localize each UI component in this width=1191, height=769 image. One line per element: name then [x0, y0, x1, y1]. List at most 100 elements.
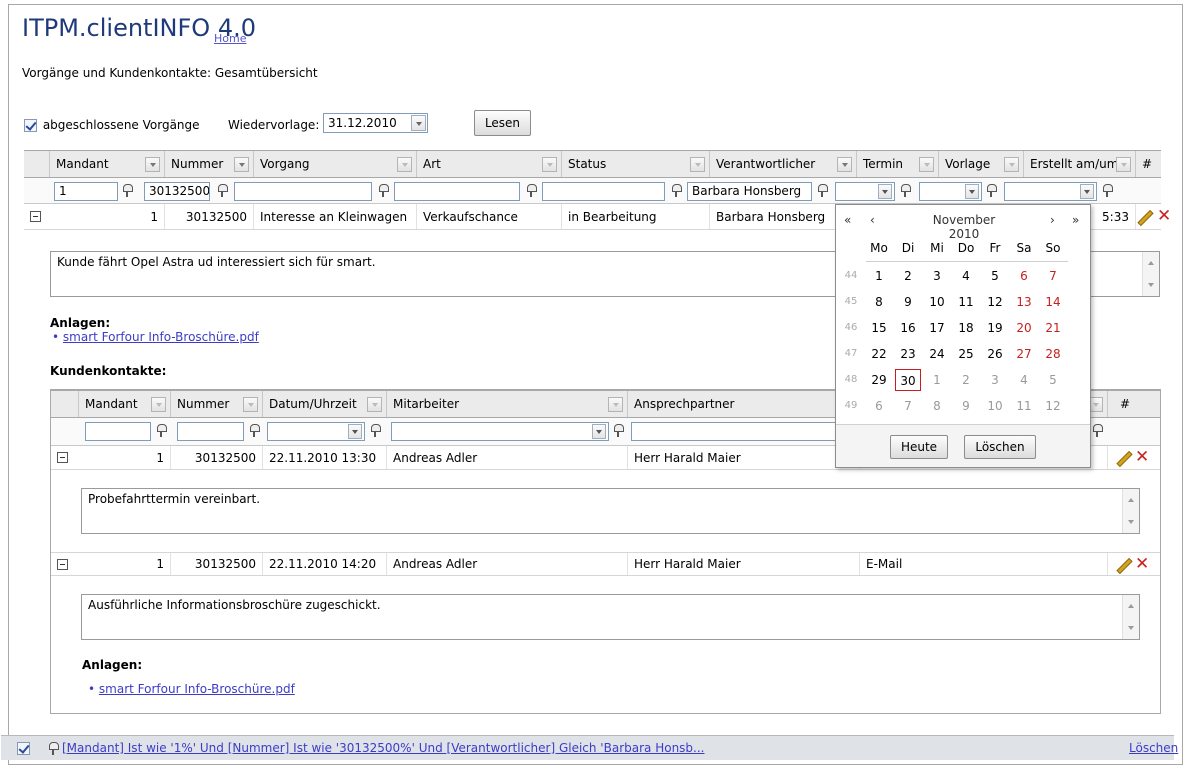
- filter-dropdown-icon[interactable]: [837, 157, 852, 172]
- memo-scrollbar[interactable]: [1142, 252, 1159, 296]
- contacts-filter-nummer[interactable]: [177, 422, 244, 441]
- prev-month-icon[interactable]: ‹: [870, 213, 875, 227]
- calendar-day[interactable]: 28: [1040, 343, 1066, 365]
- calendar-day[interactable]: 5: [982, 265, 1008, 287]
- prev-year-icon[interactable]: «: [844, 213, 851, 227]
- contacts-filter-mitarbeiter[interactable]: [391, 422, 609, 441]
- calendar-day[interactable]: 16: [895, 317, 921, 339]
- calendar-day[interactable]: 12: [982, 291, 1008, 313]
- filter-expression-link[interactable]: [Mandant] Ist wie '1%' Und [Nummer] Ist …: [62, 741, 704, 755]
- filter-icon[interactable]: [527, 184, 537, 198]
- calendar-day[interactable]: 17: [924, 317, 950, 339]
- edit-pencil-icon[interactable]: [1114, 449, 1132, 467]
- filter-mandant-input[interactable]: 1: [54, 182, 118, 201]
- calendar-day[interactable]: 4: [953, 265, 979, 287]
- calendar-day[interactable]: 20: [1011, 317, 1037, 339]
- today-button[interactable]: Heute: [890, 435, 948, 459]
- filter-dropdown-icon[interactable]: [367, 397, 382, 412]
- calendar-day[interactable]: 30: [895, 369, 921, 391]
- contacts-filter-mandant[interactable]: [85, 422, 151, 441]
- filter-icon[interactable]: [901, 184, 911, 198]
- calendar-day[interactable]: 4: [1011, 369, 1037, 391]
- filter-dropdown-icon[interactable]: [690, 157, 705, 172]
- lesen-button[interactable]: Lesen: [474, 110, 531, 136]
- calendar-day[interactable]: 5: [1040, 369, 1066, 391]
- memo-scrollbar[interactable]: [1122, 595, 1139, 639]
- filter-nummer-input[interactable]: 30132500: [144, 182, 210, 201]
- filter-icon[interactable]: [371, 424, 381, 438]
- filter-icon[interactable]: [987, 184, 997, 198]
- calendar-day[interactable]: 25: [953, 343, 979, 365]
- calendar-day[interactable]: 21: [1040, 317, 1066, 339]
- calendar-day[interactable]: 14: [1040, 291, 1066, 313]
- contacts-header-mitarbeiter[interactable]: Mitarbeiter: [387, 391, 628, 417]
- header-verantwortlicher[interactable]: Verantwortlicher: [710, 151, 857, 177]
- filter-icon[interactable]: [672, 184, 682, 198]
- header-vorlage[interactable]: Vorlage: [939, 151, 1024, 177]
- home-link[interactable]: Home: [214, 32, 246, 45]
- contacts-header-nummer[interactable]: Nummer: [171, 391, 263, 417]
- calendar-day[interactable]: 8: [866, 291, 892, 313]
- filter-icon[interactable]: [218, 184, 228, 198]
- header-art[interactable]: Art: [417, 151, 562, 177]
- closed-processes-toggle[interactable]: abgeschlossene Vorgänge: [24, 118, 200, 132]
- calendar-day[interactable]: 1: [866, 265, 892, 287]
- filter-dropdown-icon[interactable]: [151, 397, 166, 412]
- filter-dropdown-icon[interactable]: [542, 157, 557, 172]
- calendar-day[interactable]: 26: [982, 343, 1008, 365]
- filter-icon[interactable]: [250, 424, 260, 438]
- header-erstellt[interactable]: Erstellt am/um: [1024, 151, 1136, 177]
- calendar-day[interactable]: 2: [953, 369, 979, 391]
- chevron-down-icon[interactable]: [592, 424, 606, 439]
- calendar-day[interactable]: 8: [924, 395, 950, 417]
- calendar-day[interactable]: 7: [1040, 265, 1066, 287]
- memo-scrollbar[interactable]: [1122, 489, 1139, 533]
- contacts-filter-ansprechpartner[interactable]: [631, 422, 841, 441]
- calendar-day[interactable]: 3: [924, 265, 950, 287]
- month-title[interactable]: November 2010: [916, 213, 1012, 241]
- collapse-icon[interactable]: [57, 559, 68, 570]
- calendar-day[interactable]: 22: [866, 343, 892, 365]
- chevron-down-icon[interactable]: [411, 115, 426, 131]
- calendar-day[interactable]: 11: [953, 291, 979, 313]
- header-mandant[interactable]: Mandant: [50, 151, 165, 177]
- calendar-day[interactable]: 13: [1011, 291, 1037, 313]
- calendar-day[interactable]: 1: [924, 369, 950, 391]
- edit-pencil-icon[interactable]: [1135, 208, 1153, 226]
- next-month-icon[interactable]: ›: [1050, 213, 1055, 227]
- contact-memo[interactable]: Ausführliche Informationsbroschüre zuges…: [81, 594, 1140, 640]
- filter-dropdown-icon[interactable]: [243, 397, 258, 412]
- filter-dropdown-icon[interactable]: [145, 157, 160, 172]
- filter-status-input[interactable]: [542, 182, 665, 201]
- filter-icon[interactable]: [1093, 424, 1103, 438]
- filter-dropdown-icon[interactable]: [1116, 157, 1131, 172]
- delete-x-icon[interactable]: ✕: [1135, 556, 1149, 573]
- filter-icon[interactable]: [157, 424, 167, 438]
- calendar-day[interactable]: 15: [866, 317, 892, 339]
- filter-dropdown-icon[interactable]: [608, 397, 623, 412]
- filter-icon[interactable]: [379, 184, 389, 198]
- calendar-day[interactable]: 11: [1011, 395, 1037, 417]
- calendar-day[interactable]: 9: [953, 395, 979, 417]
- contact-row[interactable]: 1 30132500 22.11.2010 14:20 Andreas Adle…: [51, 552, 1160, 576]
- filter-active-checkbox[interactable]: [17, 742, 30, 755]
- filter-icon[interactable]: [818, 184, 828, 198]
- calendar-day[interactable]: 3: [982, 369, 1008, 391]
- chevron-down-icon[interactable]: [348, 424, 362, 439]
- calendar-day[interactable]: 10: [982, 395, 1008, 417]
- filter-icon[interactable]: [614, 424, 624, 438]
- edit-pencil-icon[interactable]: [1114, 556, 1132, 574]
- calendar-day[interactable]: 6: [1011, 265, 1037, 287]
- calendar-day[interactable]: 24: [924, 343, 950, 365]
- header-termin[interactable]: Termin: [857, 151, 939, 177]
- calendar-day[interactable]: 2: [895, 265, 921, 287]
- calendar-day[interactable]: 29: [866, 369, 892, 391]
- next-year-icon[interactable]: »: [1072, 213, 1079, 227]
- calendar-day[interactable]: 27: [1011, 343, 1037, 365]
- chevron-down-icon[interactable]: [878, 184, 892, 199]
- header-vorgang[interactable]: Vorgang: [254, 151, 417, 177]
- filter-dropdown-icon[interactable]: [397, 157, 412, 172]
- calendar-day[interactable]: 18: [953, 317, 979, 339]
- contacts-header-datum[interactable]: Datum/Uhrzeit: [263, 391, 387, 417]
- filter-art-input[interactable]: [394, 182, 520, 201]
